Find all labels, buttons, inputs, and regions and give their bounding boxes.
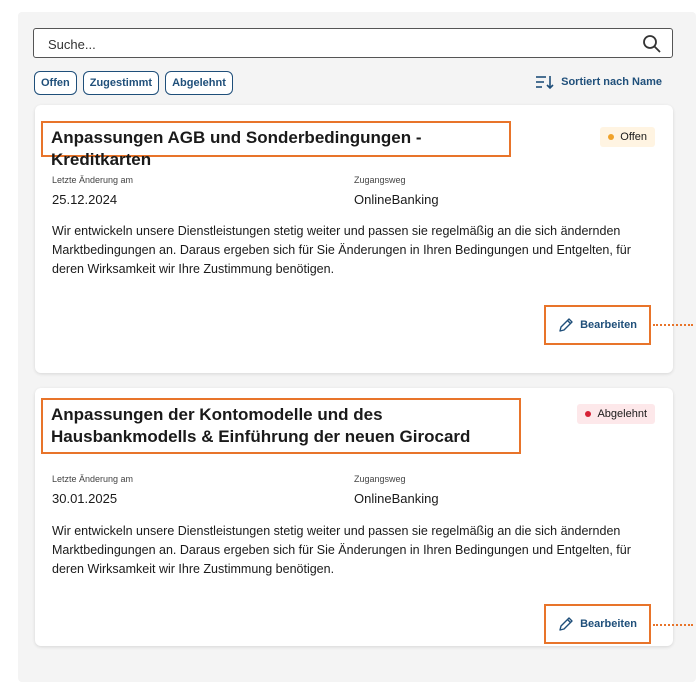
edit-label: Bearbeiten [580, 618, 637, 630]
sort-button[interactable]: Sortiert nach Name [535, 74, 662, 90]
last-change-value: 25.12.2024 [52, 192, 118, 207]
callout-leader-line [653, 624, 693, 626]
access-path-label: Zugangsweg [354, 175, 406, 185]
sort-icon [536, 76, 554, 90]
card-title: Anpassungen der Kontomodelle und des Hau… [41, 398, 521, 454]
callout-leader-line [653, 324, 693, 326]
status-label: Offen [620, 131, 647, 143]
status-label: Abgelehnt [597, 408, 647, 420]
access-path-value: OnlineBanking [354, 192, 439, 207]
card-description: Wir entwickeln unsere Dienstleistungen s… [52, 224, 631, 276]
pencil-icon [559, 617, 573, 631]
search-input[interactable] [46, 29, 630, 59]
edit-button[interactable]: Bearbeiten [544, 604, 651, 644]
edit-label: Bearbeiten [580, 319, 637, 331]
last-change-label: Letzte Änderung am [52, 474, 134, 484]
search-icon[interactable] [642, 34, 662, 54]
edit-button[interactable]: Bearbeiten [544, 305, 651, 345]
status-dot-icon [608, 134, 615, 140]
card-title: Anpassungen AGB und Sonderbedingungen - … [41, 121, 511, 169]
last-change-value: 30.01.2025 [52, 491, 118, 506]
consent-card: Anpassungen der Kontomodelle und des Hau… [35, 388, 673, 646]
sort-label: Sortiert nach Name [561, 76, 662, 88]
card-description: Wir entwickeln unsere Dienstleistungen s… [52, 524, 631, 576]
consent-card: Anpassungen AGB und Sonderbedingungen - … [35, 105, 673, 373]
status-badge: Offen [600, 127, 655, 147]
pencil-icon [559, 318, 573, 332]
last-change-label: Letzte Änderung am [52, 175, 134, 185]
access-path-value: OnlineBanking [354, 491, 439, 506]
access-path-label: Zugangsweg [354, 474, 406, 484]
filter-chip-offen[interactable]: Offen [34, 71, 77, 95]
status-badge: Abgelehnt [577, 404, 655, 424]
search-field[interactable] [33, 28, 673, 59]
filter-chip-zugestimmt[interactable]: Zugestimmt [82, 71, 160, 95]
filter-chips: Offen Zugestimmt Abgelehnt [34, 71, 233, 95]
status-dot-icon [585, 411, 592, 417]
filter-chip-abgelehnt[interactable]: Abgelehnt [165, 71, 233, 95]
